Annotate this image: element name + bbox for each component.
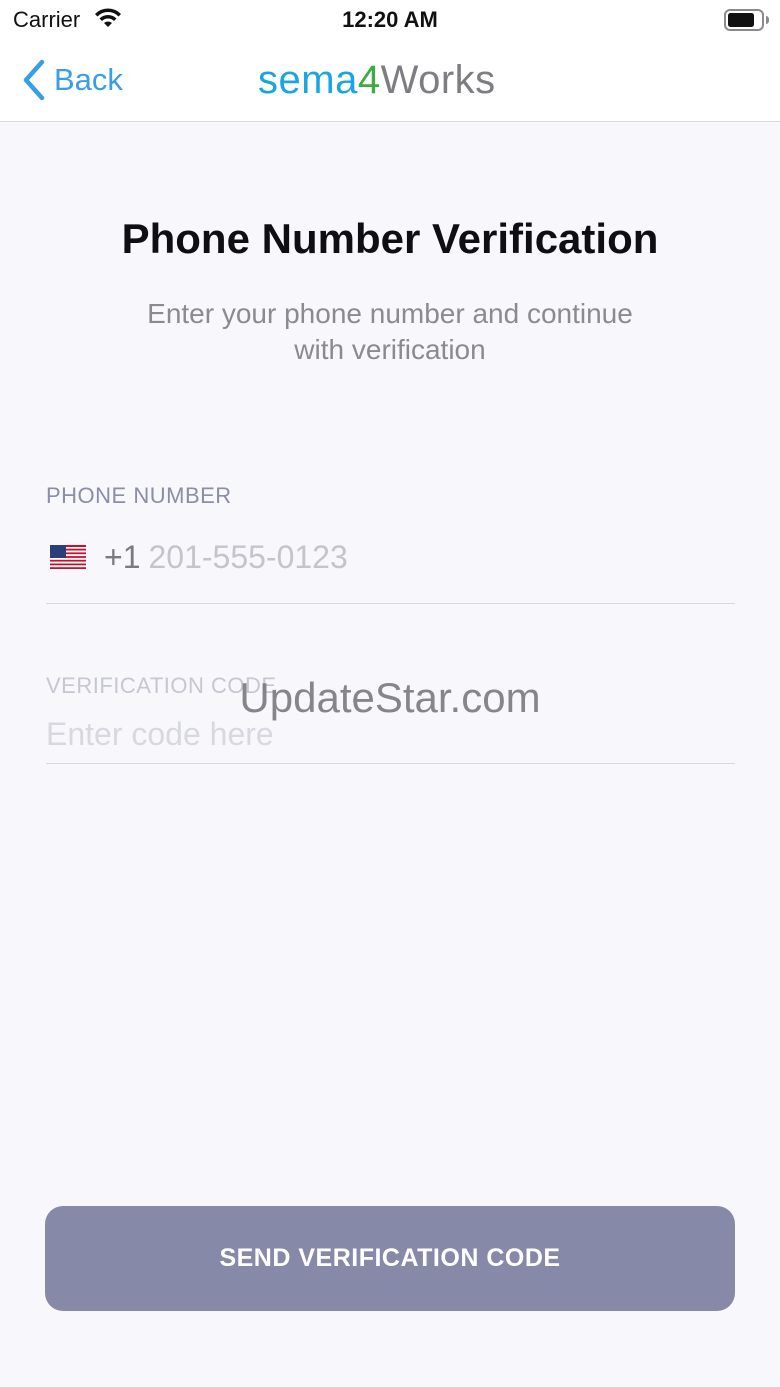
send-verification-code-button[interactable]: SEND VERIFICATION CODE [45, 1206, 735, 1311]
brand-logo: sema4Works [258, 55, 496, 105]
brand-logo-part-sema: sema [258, 58, 358, 102]
verification-code-divider [46, 763, 735, 764]
battery-icon [724, 9, 769, 31]
chevron-left-icon [23, 59, 45, 101]
phone-number-label: PHONE NUMBER [46, 483, 232, 508]
clock-time: 12:20 AM [342, 7, 438, 32]
phone-number-input[interactable] [148, 535, 735, 579]
page-title: Phone Number Verification [121, 215, 659, 262]
brand-logo-part-4: 4 [357, 58, 381, 102]
back-button[interactable]: Back [22, 55, 123, 105]
brand-logo-part-works: Works [380, 58, 496, 102]
phone-number-row: +1 [46, 535, 735, 579]
us-flag-icon[interactable] [50, 545, 86, 569]
country-code: +1 [104, 539, 141, 575]
page-subtitle: Enter your phone number and continue wit… [147, 298, 633, 365]
phone-number-divider [46, 603, 735, 604]
navigation-header: Carrier 12:20 AM Back sema4Works [0, 0, 780, 122]
back-label: Back [54, 62, 123, 97]
verification-code-label: VERIFICATION CODE [46, 673, 277, 698]
verification-code-input[interactable] [46, 712, 735, 756]
